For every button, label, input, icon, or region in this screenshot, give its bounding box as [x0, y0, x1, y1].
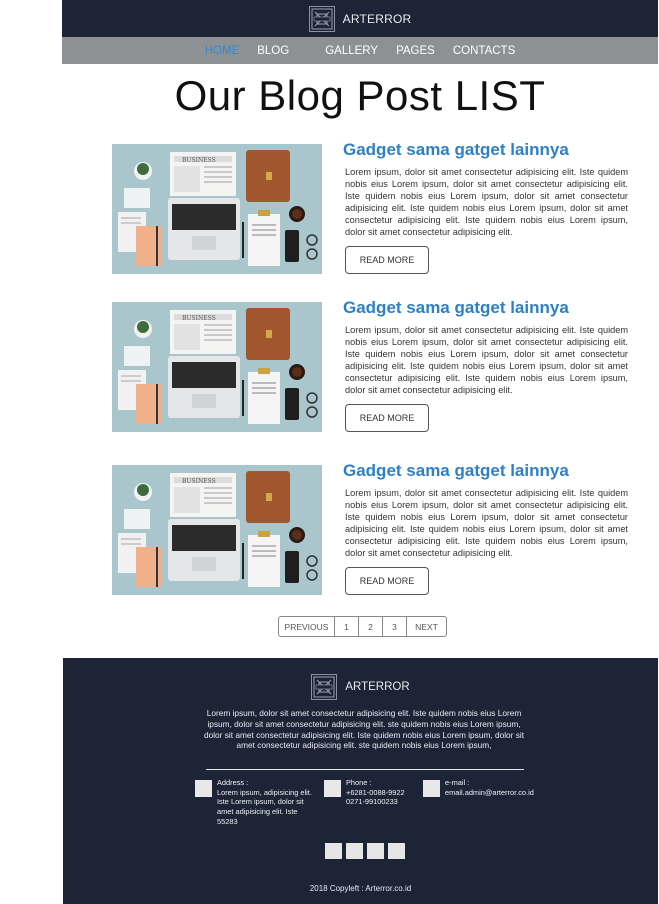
- post-title[interactable]: Gadget sama gatget lainnya: [343, 298, 569, 318]
- social-links: [325, 843, 405, 859]
- read-more-button[interactable]: READ MORE: [345, 567, 429, 595]
- post-title[interactable]: Gadget sama gatget lainnya: [343, 140, 569, 160]
- pagination: PREVIOUS 1 2 3 NEXT: [278, 616, 447, 637]
- read-more-button[interactable]: READ MORE: [345, 404, 429, 432]
- email-label: e-mail :: [445, 778, 470, 787]
- social-icon-2[interactable]: [346, 843, 363, 859]
- post-thumbnail[interactable]: BUSINESS: [112, 144, 322, 274]
- email-value[interactable]: email.admin@arterror.co.id: [445, 788, 534, 798]
- address-icon: [195, 780, 212, 797]
- nav-blog[interactable]: BLOG: [248, 45, 298, 57]
- footer-brand: ARTERROR: [63, 674, 658, 700]
- footer-phone: Phone : +6281-0088-9922 0271-99100233: [324, 778, 405, 807]
- email-icon: [423, 780, 440, 797]
- read-more-button[interactable]: READ MORE: [345, 246, 429, 274]
- social-icon-4[interactable]: [388, 843, 405, 859]
- pagination-previous[interactable]: PREVIOUS: [279, 617, 335, 636]
- post-excerpt: Lorem ipsum, dolor sit amet consectetur …: [345, 167, 628, 237]
- footer-description: Lorem ipsum, dolor sit amet consectetur …: [203, 708, 525, 751]
- post-excerpt: Lorem ipsum, dolor sit amet consectetur …: [345, 325, 628, 395]
- copyright: 2018 Copyleft : Arterror.co.id: [309, 884, 412, 893]
- address-value: Lorem ipsum, adipisicing elit. Iste Lore…: [217, 787, 312, 826]
- pagination-next[interactable]: NEXT: [407, 617, 446, 636]
- post-thumbnail[interactable]: BUSINESS: [112, 302, 322, 432]
- newspaper-title: BUSINESS: [182, 315, 216, 322]
- phone-value-2[interactable]: 0271-99100233: [346, 797, 405, 807]
- main-nav: HOME BLOG GALLERY PAGES CONTACTS: [62, 37, 658, 64]
- phone-label: Phone :: [346, 778, 372, 787]
- nav-gallery[interactable]: GALLERY: [316, 45, 387, 57]
- footer-brand-name: ARTERROR: [345, 681, 410, 693]
- brand-logo-icon[interactable]: [308, 5, 335, 32]
- social-icon-3[interactable]: [367, 843, 384, 859]
- newspaper-title: BUSINESS: [182, 157, 216, 164]
- footer-divider: [206, 769, 524, 770]
- nav-contacts[interactable]: CONTACTS: [444, 45, 524, 57]
- footer-logo-icon[interactable]: [311, 674, 338, 700]
- social-icon-1[interactable]: [325, 843, 342, 859]
- pagination-page-2[interactable]: 2: [359, 617, 383, 636]
- pagination-page-1[interactable]: 1: [335, 617, 359, 636]
- nav-home[interactable]: HOME: [196, 45, 249, 57]
- post-thumbnail[interactable]: BUSINESS: [112, 465, 322, 595]
- blog-post-1: BUSINESS Gadget sama gatget lainnya Lore…: [112, 140, 628, 276]
- phone-value-1[interactable]: +6281-0088-9922: [346, 788, 405, 798]
- blog-post-3: BUSINESS Gadget sama gatget lainnya Lore…: [112, 461, 628, 597]
- brand-name[interactable]: ARTERROR: [343, 12, 412, 26]
- nav-pages[interactable]: PAGES: [387, 45, 444, 57]
- newspaper-title: BUSINESS: [182, 478, 216, 485]
- post-title[interactable]: Gadget sama gatget lainnya: [343, 461, 569, 481]
- footer-address: Address : Lorem ipsum, adipisicing elit.…: [195, 778, 312, 827]
- phone-icon: [324, 780, 341, 797]
- site-header: ARTERROR: [62, 0, 658, 37]
- page-title: Our Blog Post LIST: [174, 72, 546, 119]
- blog-post-2: BUSINESS Gadget sama gatget lainnya Lore…: [112, 298, 628, 434]
- footer-email: e-mail : email.admin@arterror.co.id: [423, 778, 534, 797]
- site-footer: ARTERROR Lorem ipsum, dolor sit amet con…: [63, 658, 658, 904]
- address-label: Address :: [217, 778, 249, 787]
- post-excerpt: Lorem ipsum, dolor sit amet consectetur …: [345, 488, 628, 558]
- pagination-page-3[interactable]: 3: [383, 617, 407, 636]
